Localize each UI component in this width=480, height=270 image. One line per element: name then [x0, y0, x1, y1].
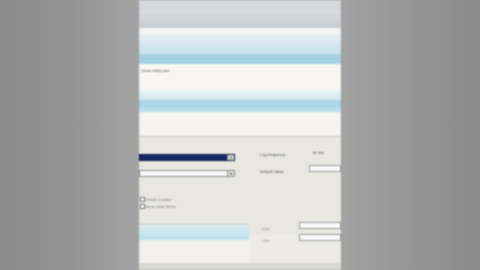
default-value-input[interactable]: [309, 165, 341, 172]
dropdown-field[interactable]: ▾: [139, 170, 235, 177]
selected-dropdown[interactable]: ▾: [139, 154, 235, 161]
chevron-down-icon[interactable]: ▾: [227, 155, 234, 160]
toolbar-area: [139, 10, 341, 28]
bottom-input-2[interactable]: [299, 234, 341, 241]
chevron-down-icon[interactable]: ▾: [227, 171, 234, 176]
content-panel: Show utility part: [139, 64, 341, 90]
bottom-field-label-2: Line: [262, 238, 270, 243]
form-divider: [139, 136, 341, 137]
bottom-field-label-1: Line: [262, 226, 270, 231]
monitor-bezel-left: [0, 0, 139, 270]
checkbox-label-2: Show other items: [145, 204, 176, 209]
status-bar: [139, 263, 341, 270]
app-window: Show utility part ▾ ▾ Log frequency M Ye…: [139, 0, 341, 270]
content-panel-2: [139, 112, 341, 136]
monitor-bezel-right: [341, 0, 480, 270]
section-header-stripe: [139, 54, 341, 64]
panel-text: Show utility part: [141, 68, 170, 73]
field-label-log-frequency: Log frequency: [260, 152, 286, 157]
field-value-yes: M Yes: [313, 150, 324, 155]
top-band: [139, 0, 341, 10]
form-area: [139, 136, 341, 234]
checkbox-label-1: Check Contact: [145, 197, 172, 202]
field-label-default-value: Default Value: [260, 169, 284, 174]
section-header-2-stripe: [139, 100, 341, 108]
bottom-input-1[interactable]: [299, 222, 341, 229]
bottom-list-header: [139, 226, 249, 240]
